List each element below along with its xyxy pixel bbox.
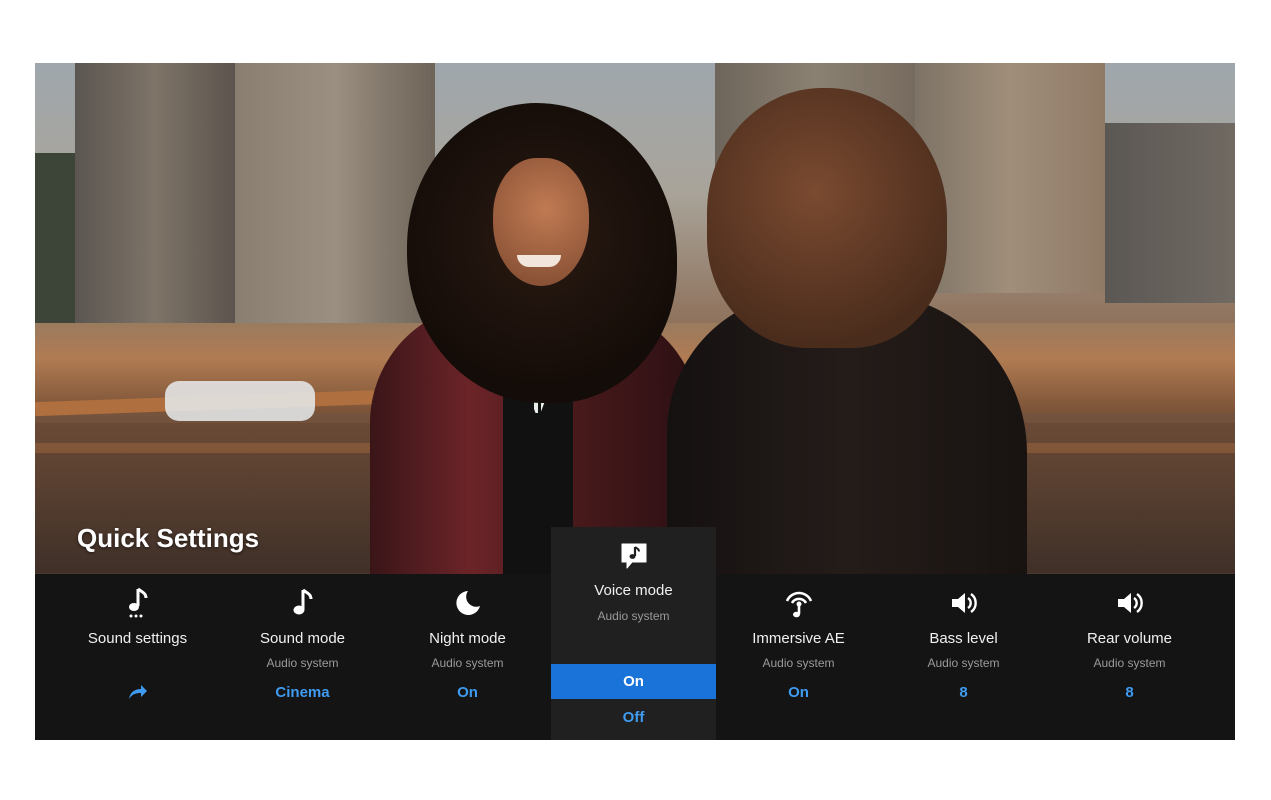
tile-value: Cinema [275, 684, 330, 701]
music-note-icon [220, 586, 385, 620]
tile-label: Immersive AE [752, 630, 845, 647]
tile-rear-volume[interactable]: Rear volume Audio system 8 [1047, 574, 1212, 740]
tile-sublabel: Audio system [266, 656, 339, 670]
tile-sound-mode[interactable]: Sound mode Audio system Cinema [220, 574, 385, 740]
speaker-icon [1047, 586, 1212, 620]
tile-sublabel: Audio system [597, 609, 670, 623]
tile-label: Night mode [429, 630, 506, 647]
tile-value: 8 [1125, 684, 1134, 701]
voice-bubble-icon [551, 541, 716, 573]
speaker-icon [881, 586, 1046, 620]
tile-sublabel: Audio system [927, 656, 1000, 670]
tv-screen: Quick Settings Sound settings Sound mode… [35, 63, 1235, 740]
tile-voice-mode[interactable]: Voice mode Audio system On Off [551, 527, 716, 740]
music-note-dots-icon [55, 586, 220, 620]
share-arrow-icon [55, 684, 220, 704]
tile-value: On [457, 684, 478, 701]
tile-label: Sound mode [259, 630, 346, 647]
tile-sublabel: Audio system [762, 656, 835, 670]
tile-label: Sound settings [87, 630, 188, 647]
option-off[interactable]: Off [551, 700, 716, 735]
tile-label: Voice mode [594, 582, 673, 599]
tile-sublabel: Audio system [431, 656, 504, 670]
tile-label: Rear volume [1086, 630, 1173, 647]
tile-night-mode[interactable]: Night mode Audio system On [385, 574, 550, 740]
tile-bass-level[interactable]: Bass level Audio system 8 [881, 574, 1046, 740]
tile-value: 8 [959, 684, 968, 701]
tile-immersive-ae[interactable]: Immersive AE Audio system On [716, 574, 881, 740]
tile-sound-settings[interactable]: Sound settings [55, 574, 220, 740]
moon-note-icon [385, 586, 550, 620]
tile-label: Bass level [929, 630, 998, 647]
page-title: Quick Settings [77, 523, 260, 553]
tile-value: On [788, 684, 809, 701]
antenna-icon [716, 586, 881, 620]
option-on[interactable]: On [551, 664, 716, 699]
tile-sublabel: Audio system [1093, 656, 1166, 670]
background-video [35, 63, 1235, 574]
